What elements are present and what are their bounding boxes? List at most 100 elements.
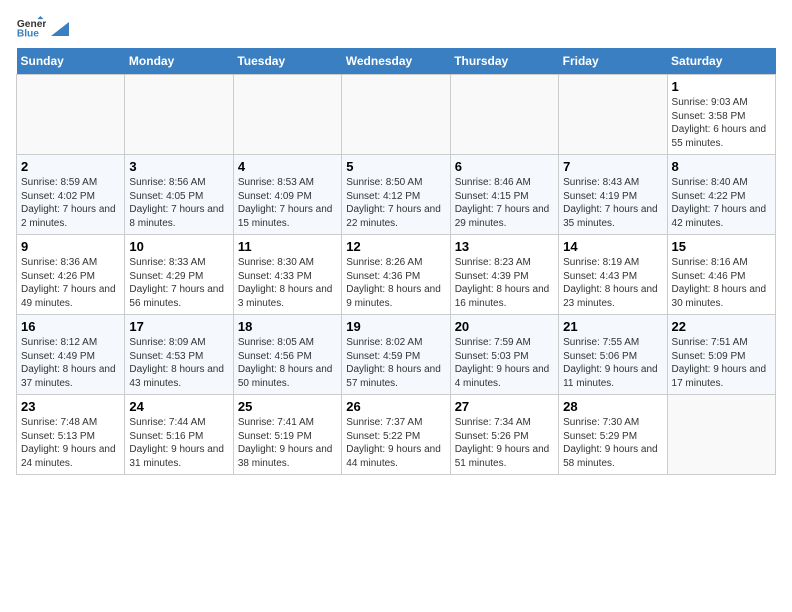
calendar-cell: 22 Sunrise: 7:51 AM Sunset: 5:09 PM Dayli… [667,315,775,395]
day-number: 26 [346,399,445,414]
day-info: Sunrise: 8:23 AM Sunset: 4:39 PM Dayligh… [455,256,554,310]
weekday-header-saturday: Saturday [667,48,775,75]
calendar-cell: 1Sunrise: 9:03 AM Sunset: 3:58 PM Daylig… [667,75,775,155]
calendar-cell [450,75,558,155]
day-number: 22 [672,319,771,334]
day-info: Sunrise: 8:09 AM Sunset: 4:53 PM Dayligh… [129,336,228,390]
calendar-cell: 3 Sunrise: 8:56 AM Sunset: 4:05 PM Daylig… [125,155,233,235]
calendar-cell: 25 Sunrise: 7:41 AM Sunset: 5:19 PM Dayli… [233,395,341,475]
calendar-cell: 24Sunrise: 7:44 AM Sunset: 5:16 PM Dayli… [125,395,233,475]
day-info: Sunrise: 8:40 AM Sunset: 4:22 PM Dayligh… [672,176,771,230]
day-info: Sunrise: 8:33 AM Sunset: 4:29 PM Dayligh… [129,256,228,310]
page-header: General Blue [16,16,776,38]
calendar-cell: 2 Sunrise: 8:59 AM Sunset: 4:02 PM Daylig… [17,155,125,235]
logo-arrow-icon [51,22,69,36]
weekday-header-sunday: Sunday [17,48,125,75]
calendar-cell: 17 Sunrise: 8:09 AM Sunset: 4:53 PM Dayli… [125,315,233,395]
calendar-cell: 11 Sunrise: 8:30 AM Sunset: 4:33 PM Dayli… [233,235,341,315]
logo-icon: General Blue [16,16,46,38]
day-info: Sunrise: 8:05 AM Sunset: 4:56 PM Dayligh… [238,336,337,390]
day-number: 20 [455,319,554,334]
day-number: 19 [346,319,445,334]
day-number: 18 [238,319,337,334]
svg-text:Blue: Blue [17,28,39,38]
day-info: Sunrise: 7:59 AM Sunset: 5:03 PM Dayligh… [455,336,554,390]
calendar-week-row: 9 Sunrise: 8:36 AM Sunset: 4:26 PM Daylig… [17,235,776,315]
calendar-cell: 6 Sunrise: 8:46 AM Sunset: 4:15 PM Daylig… [450,155,558,235]
calendar-cell: 12 Sunrise: 8:26 AM Sunset: 4:36 PM Dayli… [342,235,450,315]
day-info: Sunrise: 8:02 AM Sunset: 4:59 PM Dayligh… [346,336,445,390]
day-info: Sunrise: 8:26 AM Sunset: 4:36 PM Dayligh… [346,256,445,310]
weekday-header-tuesday: Tuesday [233,48,341,75]
day-number: 5 [346,159,445,174]
calendar-cell: 26 Sunrise: 7:37 AM Sunset: 5:22 PM Dayli… [342,395,450,475]
day-info: Sunrise: 7:48 AM Sunset: 5:13 PM Dayligh… [21,416,120,470]
calendar-cell [17,75,125,155]
calendar-cell [125,75,233,155]
day-number: 14 [563,239,662,254]
day-info: Sunrise: 8:19 AM Sunset: 4:43 PM Dayligh… [563,256,662,310]
day-info: Sunrise: 8:56 AM Sunset: 4:05 PM Dayligh… [129,176,228,230]
day-number: 2 [21,159,120,174]
day-number: 13 [455,239,554,254]
day-number: 4 [238,159,337,174]
day-number: 28 [563,399,662,414]
day-number: 3 [129,159,228,174]
calendar-cell: 15Sunrise: 8:16 AM Sunset: 4:46 PM Dayli… [667,235,775,315]
day-info: Sunrise: 8:53 AM Sunset: 4:09 PM Dayligh… [238,176,337,230]
day-info: Sunrise: 7:51 AM Sunset: 5:09 PM Dayligh… [672,336,771,390]
calendar-cell [667,395,775,475]
calendar-cell: 20 Sunrise: 7:59 AM Sunset: 5:03 PM Dayli… [450,315,558,395]
calendar-cell: 28 Sunrise: 7:30 AM Sunset: 5:29 PM Dayli… [559,395,667,475]
day-info: Sunrise: 7:30 AM Sunset: 5:29 PM Dayligh… [563,416,662,470]
day-number: 17 [129,319,228,334]
day-info: Sunrise: 8:50 AM Sunset: 4:12 PM Dayligh… [346,176,445,230]
calendar-cell: 7Sunrise: 8:43 AM Sunset: 4:19 PM Daylig… [559,155,667,235]
weekday-header-friday: Friday [559,48,667,75]
day-info: Sunrise: 8:36 AM Sunset: 4:26 PM Dayligh… [21,256,120,310]
weekday-header-row: SundayMondayTuesdayWednesdayThursdayFrid… [17,48,776,75]
day-number: 24 [129,399,228,414]
day-info: Sunrise: 7:37 AM Sunset: 5:22 PM Dayligh… [346,416,445,470]
day-info: Sunrise: 8:12 AM Sunset: 4:49 PM Dayligh… [21,336,120,390]
calendar-cell [342,75,450,155]
weekday-header-monday: Monday [125,48,233,75]
weekday-header-thursday: Thursday [450,48,558,75]
calendar-week-row: 16 Sunrise: 8:12 AM Sunset: 4:49 PM Dayli… [17,315,776,395]
day-info: Sunrise: 7:41 AM Sunset: 5:19 PM Dayligh… [238,416,337,470]
logo: General Blue [16,16,70,38]
calendar-cell: 23Sunrise: 7:48 AM Sunset: 5:13 PM Dayli… [17,395,125,475]
day-info: Sunrise: 8:16 AM Sunset: 4:46 PM Dayligh… [672,256,771,310]
calendar-cell: 21 Sunrise: 7:55 AM Sunset: 5:06 PM Dayli… [559,315,667,395]
calendar-cell [559,75,667,155]
calendar-cell: 4 Sunrise: 8:53 AM Sunset: 4:09 PM Daylig… [233,155,341,235]
calendar-table: SundayMondayTuesdayWednesdayThursdayFrid… [16,48,776,475]
day-number: 1 [672,79,771,94]
day-info: Sunrise: 7:55 AM Sunset: 5:06 PM Dayligh… [563,336,662,390]
day-number: 10 [129,239,228,254]
calendar-cell: 19 Sunrise: 8:02 AM Sunset: 4:59 PM Dayli… [342,315,450,395]
calendar-cell: 8 Sunrise: 8:40 AM Sunset: 4:22 PM Daylig… [667,155,775,235]
day-number: 21 [563,319,662,334]
day-number: 6 [455,159,554,174]
day-number: 16 [21,319,120,334]
day-info: Sunrise: 8:30 AM Sunset: 4:33 PM Dayligh… [238,256,337,310]
calendar-cell: 9 Sunrise: 8:36 AM Sunset: 4:26 PM Daylig… [17,235,125,315]
day-info: Sunrise: 8:46 AM Sunset: 4:15 PM Dayligh… [455,176,554,230]
day-info: Sunrise: 7:34 AM Sunset: 5:26 PM Dayligh… [455,416,554,470]
day-number: 12 [346,239,445,254]
day-number: 9 [21,239,120,254]
day-number: 25 [238,399,337,414]
day-number: 27 [455,399,554,414]
calendar-cell: 16 Sunrise: 8:12 AM Sunset: 4:49 PM Dayli… [17,315,125,395]
day-number: 8 [672,159,771,174]
calendar-cell: 27 Sunrise: 7:34 AM Sunset: 5:26 PM Dayli… [450,395,558,475]
weekday-header-wednesday: Wednesday [342,48,450,75]
day-number: 11 [238,239,337,254]
calendar-week-row: 1Sunrise: 9:03 AM Sunset: 3:58 PM Daylig… [17,75,776,155]
calendar-cell: 10 Sunrise: 8:33 AM Sunset: 4:29 PM Dayli… [125,235,233,315]
day-info: Sunrise: 8:59 AM Sunset: 4:02 PM Dayligh… [21,176,120,230]
calendar-week-row: 23Sunrise: 7:48 AM Sunset: 5:13 PM Dayli… [17,395,776,475]
calendar-cell [233,75,341,155]
day-number: 7 [563,159,662,174]
